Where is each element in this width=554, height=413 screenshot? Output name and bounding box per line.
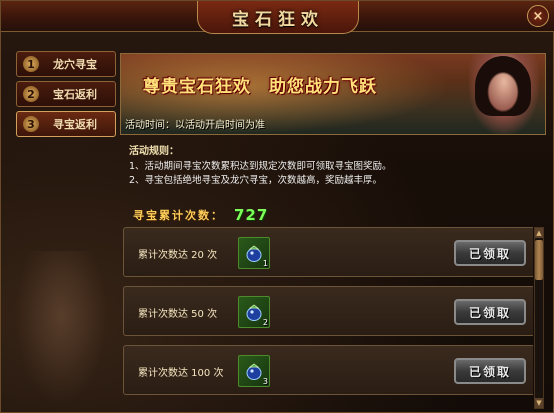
- treasure-bag-glyph: [246, 304, 262, 321]
- claimed-button[interactable]: 已领取: [454, 240, 526, 266]
- reward-row: 累计次数达 100 次 3 已领取: [123, 345, 533, 395]
- treasure-bag-icon[interactable]: 3: [238, 355, 270, 387]
- sidebar-number-badge: 3: [23, 116, 39, 132]
- banner-event-time: 活动时间：以活动开启时间为准: [125, 120, 265, 131]
- treasure-bag-icon[interactable]: 2: [238, 296, 270, 328]
- background-character-art: [11, 251, 111, 411]
- sidebar-item-label: 宝石返利: [53, 88, 97, 101]
- reward-list: 累计次数达 20 次 1 已领取 累计次数达 50 次 2 已领取 累计次数达 …: [123, 227, 533, 412]
- sidebar-number-badge: 2: [23, 86, 39, 102]
- reward-row: 累计次数达 20 次 1 已领取: [123, 227, 533, 277]
- window-title: 宝石狂欢: [232, 9, 324, 30]
- scroll-thumb[interactable]: [535, 240, 543, 280]
- claimed-button[interactable]: 已领取: [454, 358, 526, 384]
- item-count: 2: [262, 318, 268, 327]
- sidebar-item-gem-rebate[interactable]: 2 宝石返利: [16, 81, 116, 107]
- sidebar-number-badge: 1: [23, 56, 39, 72]
- claimed-button[interactable]: 已领取: [454, 299, 526, 325]
- treasure-count-value: 727: [234, 206, 269, 224]
- reward-threshold-label: 累计次数达 50 次: [138, 309, 218, 320]
- sidebar-item-dragon-cave[interactable]: 1 龙穴寻宝: [16, 51, 116, 77]
- reward-row: 累计次数达 50 次 2 已领取: [123, 286, 533, 336]
- rules-line: 1、活动期间寻宝次数累积达到规定次数即可领取寻宝图奖励。: [129, 161, 392, 172]
- banner-slogan: 尊贵宝石狂欢 助您战力飞跃: [143, 77, 377, 97]
- rules-section: 活动规则： 1、活动期间寻宝次数累积达到规定次数即可领取寻宝图奖励。 2、寻宝包…: [129, 142, 539, 188]
- title-bar: 宝石狂欢 ×: [1, 1, 554, 34]
- treasure-bag-glyph: [246, 363, 262, 380]
- treasure-bag-glyph: [246, 245, 262, 262]
- close-button[interactable]: ×: [527, 5, 549, 27]
- reward-threshold-label: 累计次数达 20 次: [138, 250, 218, 261]
- treasure-count: 寻宝累计次数： 727: [133, 206, 268, 224]
- scroll-up-arrow-icon[interactable]: ▲: [535, 228, 543, 238]
- reward-list-scrollbar[interactable]: ▲ ▼: [534, 227, 544, 409]
- rules-title: 活动规则：: [129, 146, 179, 157]
- item-count: 3: [262, 377, 268, 386]
- sidebar: 1 龙穴寻宝 2 宝石返利 3 寻宝返利: [16, 51, 116, 141]
- treasure-bag-icon[interactable]: 1: [238, 237, 270, 269]
- scroll-down-arrow-icon[interactable]: ▼: [535, 398, 543, 408]
- reward-threshold-label: 累计次数达 100 次: [138, 368, 224, 379]
- event-banner: 尊贵宝石狂欢 助您战力飞跃 活动时间：以活动开启时间为准: [120, 53, 546, 135]
- sidebar-item-label: 寻宝返利: [53, 118, 97, 131]
- close-icon: ×: [532, 8, 544, 24]
- rules-line: 2、寻宝包括绝地寻宝及龙穴寻宝，次数越高，奖励越丰厚。: [129, 175, 383, 186]
- title-plate: 宝石狂欢: [197, 1, 359, 34]
- banner-character-hair: [475, 56, 531, 116]
- game-window: 宝石狂欢 × 1 龙穴寻宝 2 宝石返利 3 寻宝返利 尊贵宝石狂欢 助您战力飞…: [0, 0, 554, 413]
- treasure-count-label: 寻宝累计次数：: [133, 209, 224, 222]
- item-count: 1: [262, 259, 268, 268]
- sidebar-item-label: 龙穴寻宝: [53, 58, 97, 71]
- sidebar-item-treasure-rebate[interactable]: 3 寻宝返利: [16, 111, 116, 137]
